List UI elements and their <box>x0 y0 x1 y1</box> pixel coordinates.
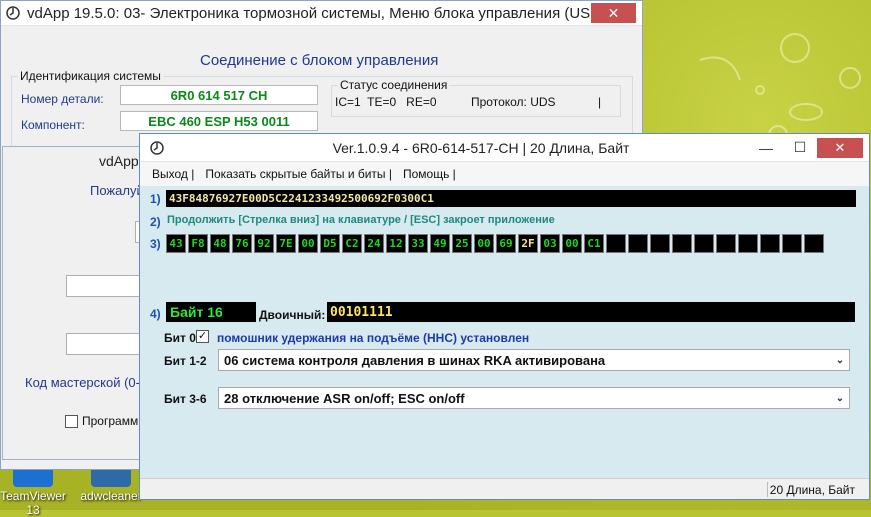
byte-cell[interactable]: 76 <box>232 234 252 253</box>
part-number-label: Номер детали: <box>21 92 104 106</box>
dialog-title: Ver.1.0.9.4 - 6R0-614-517-CH | 20 Длина,… <box>332 139 630 156</box>
secondary-window-title: vdApp <box>99 153 139 169</box>
byte-cell[interactable]: 48 <box>210 234 230 253</box>
bit0-checkbox[interactable]: ✓ <box>196 330 209 343</box>
chevron-down-icon[interactable]: ⌄ <box>831 355 849 366</box>
bit36-label: Бит 3-6 <box>164 392 207 406</box>
menu-exit[interactable]: Выход | <box>152 167 194 181</box>
byte-cell[interactable] <box>650 234 670 253</box>
byte-cell[interactable]: 33 <box>408 234 428 253</box>
byte-cell[interactable]: 03 <box>540 234 560 253</box>
connection-status-values: IC=1 TE=0 RE=0 <box>335 95 437 109</box>
byte-cell[interactable]: 24 <box>364 234 384 253</box>
connection-status-legend: Статус соединения <box>338 78 450 92</box>
row-4-label: 4) <box>150 307 161 321</box>
byte-cell[interactable] <box>782 234 802 253</box>
statusbar-separator <box>767 482 768 497</box>
main-window-titlebar[interactable]: vdApp 19.5.0: 03- Электроника тормозной … <box>1 1 642 26</box>
binary-value: 00101111 <box>327 302 855 322</box>
byte-cell[interactable] <box>738 234 758 253</box>
bit12-dropdown[interactable]: 06 система контроля давления в шинах RKA… <box>218 349 850 371</box>
workshop-code-label: Код мастерской (0- <box>25 375 140 390</box>
byte-cell[interactable] <box>628 234 648 253</box>
vdapp-icon <box>150 140 164 155</box>
byte-cell[interactable]: 2F <box>518 234 538 253</box>
hex-string-field: 43F84876927E00D5C2241233492500692F0300C1 <box>166 190 856 207</box>
dialog-titlebar[interactable]: Ver.1.0.9.4 - 6R0-614-517-CH | 20 Длина,… <box>140 134 869 162</box>
identification-legend: Идентификация системы <box>18 69 163 83</box>
secondary-checkbox-label: Программ <box>82 414 139 428</box>
dialog-close-button[interactable]: ✕ <box>817 137 863 158</box>
byte-cell[interactable] <box>672 234 692 253</box>
byte-cell[interactable] <box>694 234 714 253</box>
byte-cell[interactable]: 00 <box>562 234 582 253</box>
bit12-label: Бит 1-2 <box>164 354 207 368</box>
byte-cell[interactable] <box>804 234 824 253</box>
byte-cell[interactable]: 00 <box>474 234 494 253</box>
byte-cell[interactable] <box>716 234 736 253</box>
vdapp-icon <box>6 6 20 20</box>
bit12-selected: 06 система контроля давления в шинах RKA… <box>224 352 606 368</box>
protocol-label: Протокол: UDS <box>471 95 556 109</box>
byte-dialog: Ver.1.0.9.4 - 6R0-614-517-CH | 20 Длина,… <box>139 133 870 500</box>
component-label: Компонент: <box>21 118 85 132</box>
byte-cell[interactable]: C2 <box>342 234 362 253</box>
byte-cell[interactable]: F8 <box>188 234 208 253</box>
main-close-button[interactable]: ✕ <box>591 3 636 23</box>
secondary-checkbox[interactable]: Программ <box>65 414 138 428</box>
chevron-down-icon[interactable]: ⌄ <box>831 393 849 404</box>
navigation-hint: Продолжить [Стрелка вниз] на клавиатуре … <box>167 214 555 226</box>
desktop-icon-label: TeamViewer <box>0 489 66 503</box>
checkbox-box[interactable] <box>65 414 78 428</box>
secondary-input-2[interactable] <box>66 333 146 355</box>
connection-title: Соединение с блоком управления <box>200 52 439 69</box>
menu-help[interactable]: Помощь | <box>403 167 456 181</box>
byte-cell[interactable]: 7E <box>276 234 296 253</box>
byte-cell[interactable]: 49 <box>430 234 450 253</box>
bit0-label: Бит 0 <box>164 331 196 345</box>
bit36-dropdown[interactable]: 28 отключение ASR on/off; ESC on/off ⌄ <box>218 387 850 409</box>
byte-cell[interactable]: D5 <box>320 234 340 253</box>
byte-cell[interactable]: 12 <box>386 234 406 253</box>
byte-grid: 43 F8 48 76 92 7E 00 D5 C2 24 12 33 49 25 00 69 2F 03 00 C1 <box>166 234 824 253</box>
maximize-button[interactable]: ☐ <box>783 134 817 161</box>
dialog-menubar: Выход | Показать скрытые байты и биты | … <box>140 162 869 186</box>
minimize-button[interactable]: — <box>749 134 783 161</box>
byte-cell[interactable]: 43 <box>166 234 186 253</box>
row-3-label: 3) <box>150 237 161 251</box>
row-2-label: 2) <box>150 215 161 229</box>
binary-label: Двоичный: <box>259 308 326 322</box>
bit36-selected: 28 отключение ASR on/off; ESC on/off <box>224 390 465 406</box>
bit0-description: помошник удержания на подъёме (HHC) уста… <box>217 331 530 345</box>
secondary-input-1[interactable] <box>66 275 146 297</box>
selected-byte-label: Байт 16 <box>166 302 256 322</box>
byte-cell[interactable]: 00 <box>298 234 318 253</box>
statusbar-text: 20 Длина, Байт <box>769 483 855 497</box>
part-number-field[interactable]: 6R0 614 517 CH <box>120 85 318 105</box>
main-window-title: vdApp 19.5.0: 03- Электроника тормозной … <box>27 4 591 22</box>
byte-cell[interactable]: 69 <box>496 234 516 253</box>
row-1-label: 1) <box>150 192 161 206</box>
component-field[interactable]: EBC 460 ESP H53 0011 <box>120 111 318 131</box>
dialog-statusbar: 20 Длина, Байт <box>140 478 869 499</box>
byte-cell[interactable] <box>760 234 780 253</box>
byte-cell[interactable]: 92 <box>254 234 274 253</box>
byte-cell[interactable]: C1 <box>584 234 604 253</box>
desktop-icon-label: adwcleaner <box>80 489 142 503</box>
byte-cell[interactable]: 25 <box>452 234 472 253</box>
menu-show-hidden-bytes[interactable]: Показать скрытые байты и биты | <box>205 167 392 181</box>
byte-cell[interactable] <box>606 234 626 253</box>
status-bar-indicator: | <box>598 95 602 109</box>
desktop-icon-sublabel: 13 <box>26 503 40 517</box>
secondary-window-prompt: Пожалуй <box>90 183 144 198</box>
